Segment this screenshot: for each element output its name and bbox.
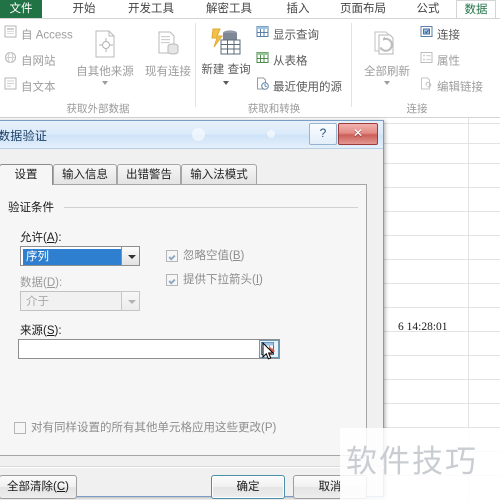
checkbox-label: 提供下拉箭头(I)	[183, 274, 263, 286]
data-label: 数据(D):	[20, 277, 63, 289]
ribbon-item-label: 自文本	[21, 81, 56, 94]
tab-error-alert[interactable]: 出错警告	[117, 164, 181, 185]
ribbon-group-label: 连接	[406, 103, 428, 115]
footer-divider-bottom	[0, 467, 384, 468]
ribbon-item-connections[interactable]: 连接	[420, 25, 460, 46]
ribbon-item-label: 属性	[437, 55, 460, 68]
dialog-title: 数据验证	[0, 129, 48, 143]
new-query-icon	[200, 27, 252, 61]
cell-value: 6 14:28:01	[398, 321, 448, 333]
allow-dropdown-arrow[interactable]	[121, 246, 140, 266]
data-combo[interactable]: 介于	[20, 291, 140, 311]
ribbon-item-label: 最近使用的源	[273, 81, 342, 94]
ribbon-item-label: 编辑链接	[437, 81, 483, 94]
ribbon-item-refresh-all[interactable]: 全部刷新	[358, 27, 416, 85]
ribbon-tab-file[interactable]: 文件	[0, 0, 42, 19]
refresh-all-icon	[358, 29, 416, 63]
text-file-icon	[4, 77, 17, 98]
groupbox-rule	[64, 207, 358, 208]
ribbon-item-show-queries[interactable]: 显示查询	[256, 25, 319, 46]
data-value: 介于	[26, 296, 49, 308]
ribbon-tab-formulas[interactable]: 公式	[406, 0, 450, 19]
chevron-down-icon[interactable]	[102, 81, 108, 85]
checkbox-label: 忽略空值(B)	[183, 250, 245, 262]
tab-input-message[interactable]: 输入信息	[53, 164, 117, 185]
ok-button[interactable]: 确定	[211, 475, 285, 499]
existing-connections-icon	[140, 29, 196, 63]
ribbon-item-label-line2: 查询	[227, 64, 251, 76]
chevron-down-icon[interactable]	[384, 81, 390, 85]
ribbon-item-from-text[interactable]: 自文本	[4, 77, 56, 98]
data-validation-dialog: 数据验证 ? ✕ 设置 输入信息 出错警告 输入法模式 验证条件 允许(A):	[0, 120, 384, 499]
edit-links-icon	[420, 77, 433, 98]
dialog-body: 设置 输入信息 出错警告 输入法模式 验证条件 允许(A): 序列 数据(D):…	[0, 149, 384, 499]
ribbon-item-from-web[interactable]: 自网站	[4, 51, 56, 72]
ribbon-tab-home[interactable]: 开始	[62, 0, 106, 19]
ribbon-tab-page-layout[interactable]: 页面布局	[330, 0, 396, 19]
other-sources-icon	[74, 29, 136, 63]
ribbon-tab-data[interactable]: 数据	[456, 0, 496, 19]
tab-ime-mode[interactable]: 输入法模式	[181, 164, 257, 185]
allow-label: 允许(A):	[20, 232, 62, 244]
ribbon-item-from-access[interactable]: 自 Access	[4, 25, 73, 46]
globe-icon	[4, 51, 17, 72]
ribbon-group-external-data: 自 Access 自网站 自文本 自其他来源 现有连接 获取外部数据	[0, 19, 196, 117]
properties-icon	[420, 51, 433, 72]
checkbox-label: 对有同样设置的所有其他单元格应用这些更改(P)	[31, 422, 277, 434]
allow-value: 序列	[23, 249, 123, 265]
ribbon-item-label: 自其他来源	[76, 66, 134, 78]
close-button[interactable]: ✕	[338, 123, 378, 145]
source-input[interactable]	[18, 339, 280, 359]
table-icon	[256, 51, 269, 72]
ribbon-item-new-query[interactable]: 新建 查询	[200, 25, 252, 90]
tab-settings[interactable]: 设置	[0, 164, 53, 186]
ribbon-item-existing-connections[interactable]: 现有连接	[140, 27, 196, 79]
checkbox-box	[166, 250, 178, 262]
connections-icon	[420, 25, 433, 46]
data-dropdown-arrow[interactable]	[121, 291, 140, 311]
ribbon-item-from-table[interactable]: 从表格	[256, 51, 308, 72]
ribbon-item-recent-sources[interactable]: 最近使用的源	[256, 77, 342, 98]
ribbon-group-label: 获取外部数据	[66, 103, 130, 115]
ribbon-item-label: 自 Access	[21, 29, 73, 42]
ribbon-item-from-other-sources[interactable]: 自其他来源	[74, 27, 136, 85]
chevron-down-icon[interactable]	[223, 80, 229, 85]
chevron-down-icon	[128, 255, 136, 259]
ribbon-item-label-line1: 新建	[201, 64, 225, 76]
access-icon	[4, 25, 17, 46]
checkbox-box	[14, 422, 26, 434]
settings-panel: 验证条件 允许(A): 序列 数据(D): 介于 忽略空值(B) 提供下拉箭头(…	[0, 184, 367, 456]
excel-window: 文件 开始 开发工具 解密工具 插入 页面布局 公式 数据 自 Access 自…	[0, 0, 500, 500]
ribbon-item-properties[interactable]: 属性	[420, 51, 460, 72]
ribbon-item-label: 连接	[437, 29, 460, 42]
ribbon-tab-developer[interactable]: 开发工具	[118, 0, 184, 19]
ribbon-tab-decrypt[interactable]: 解密工具	[196, 0, 262, 19]
show-queries-icon	[256, 25, 269, 46]
dialog-title-bar[interactable]: 数据验证 ? ✕	[0, 121, 383, 149]
ribbon-item-label: 自网站	[21, 55, 56, 68]
ribbon-item-label: 从表格	[273, 55, 308, 68]
ribbon-item-label: 现有连接	[145, 66, 191, 78]
ribbon-body: 自 Access 自网站 自文本 自其他来源 现有连接 获取外部数据 新建 查询…	[0, 19, 500, 118]
watermark: 软件技巧	[340, 428, 500, 500]
mouse-cursor	[262, 341, 275, 361]
ribbon-item-edit-links[interactable]: 编辑链接	[420, 77, 483, 98]
validation-criteria-groupbox: 验证条件	[8, 199, 358, 225]
ribbon-group-get-transform: 新建 查询 显示查询 从表格 最近使用的源 获取和转换	[196, 19, 352, 117]
help-button[interactable]: ?	[309, 123, 337, 145]
ribbon-group-connections: 全部刷新 连接 属性 编辑链接 连接	[352, 19, 500, 117]
ribbon-tab-insert[interactable]: 插入	[276, 0, 320, 19]
clear-all-button[interactable]: 全部清除(C)	[0, 475, 77, 499]
watermark-text: 软件技巧	[346, 444, 478, 479]
ribbon-tab-strip: 文件 开始 开发工具 解密工具 插入 页面布局 公式 数据	[0, 0, 500, 19]
ribbon-item-label: 全部刷新	[364, 66, 410, 78]
allow-combo[interactable]: 序列	[20, 246, 140, 266]
checkbox-box	[166, 274, 178, 286]
ribbon-group-label: 获取和转换	[247, 103, 301, 115]
recent-sources-icon	[256, 77, 269, 98]
source-label: 来源(S):	[20, 325, 62, 337]
chevron-down-icon	[128, 300, 136, 304]
ribbon-item-label: 显示查询	[273, 29, 319, 42]
groupbox-title: 验证条件	[8, 199, 59, 215]
